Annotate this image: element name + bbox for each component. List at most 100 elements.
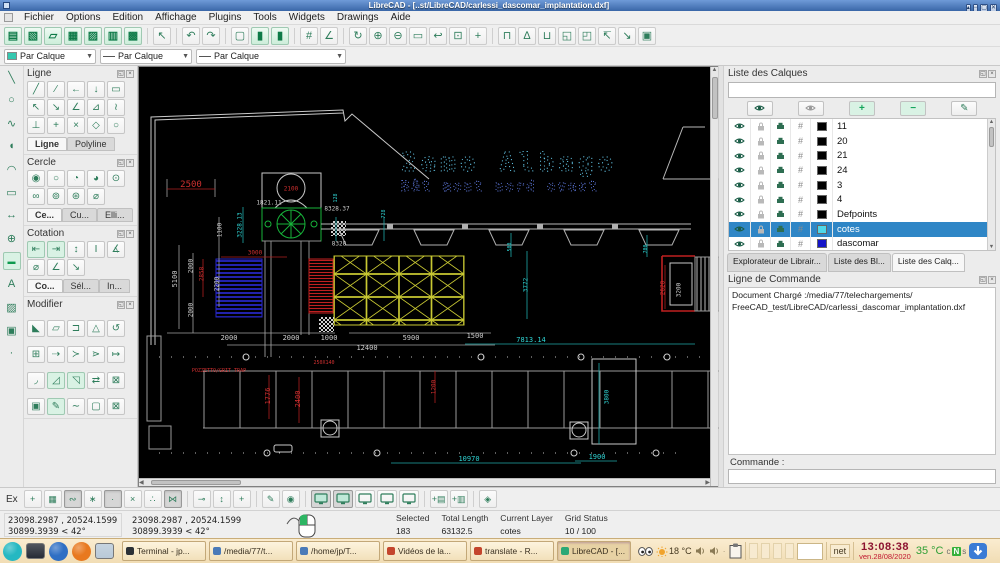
- layer-print-icon[interactable]: [771, 163, 791, 178]
- layer-construction-icon[interactable]: #: [791, 163, 811, 178]
- order-top-button[interactable]: ⊓: [498, 27, 516, 45]
- tool-circle-button[interactable]: ○: [3, 91, 21, 109]
- modifier-tool-1-4[interactable]: ↦: [107, 346, 125, 363]
- dock-tab-sl[interactable]: Sél...: [63, 279, 100, 293]
- menu-plugins[interactable]: Plugins: [203, 12, 248, 23]
- layer-row-20[interactable]: #20: [729, 134, 995, 149]
- zoom-window-button[interactable]: ▭: [409, 27, 427, 45]
- snap-endpoint-button[interactable]: ∾: [64, 490, 82, 508]
- dock-tab-in[interactable]: In...: [99, 279, 130, 293]
- tool-text-button[interactable]: A: [3, 275, 21, 293]
- monitor-view-2-button[interactable]: [333, 490, 353, 508]
- modifier-tool-0-2[interactable]: ⊐: [67, 320, 85, 337]
- list-add-2-button[interactable]: +▥: [450, 490, 468, 508]
- launcher-file-manager[interactable]: [94, 541, 115, 562]
- ligne-tool-2-1[interactable]: +: [47, 117, 65, 134]
- clipboard-icon[interactable]: [729, 543, 742, 559]
- layer-lock-icon[interactable]: [751, 192, 771, 207]
- line-width-combo[interactable]: Par Calque ▼: [196, 49, 346, 64]
- drawing-canvas[interactable]: 2emo Albago Bât mont nord ovest 25002100…: [138, 66, 718, 487]
- snap-corner-button[interactable]: ↸: [598, 27, 616, 45]
- menu-widgets[interactable]: Widgets: [283, 12, 331, 23]
- canvas-horizontal-scrollbar[interactable]: ◀▶: [139, 478, 710, 486]
- layer-print-icon[interactable]: [771, 134, 791, 149]
- layer-lock-icon[interactable]: [751, 237, 771, 252]
- menu-edition[interactable]: Edition: [106, 12, 149, 23]
- ligne-tool-1-2[interactable]: ∠: [67, 99, 85, 116]
- layer-lock-icon[interactable]: [751, 148, 771, 163]
- close-dock-icon[interactable]: ×: [988, 276, 996, 284]
- layer-color-swatch[interactable]: [811, 222, 833, 237]
- kill-all-actions-button[interactable]: ↖: [153, 27, 171, 45]
- deselect-all-button[interactable]: ▮: [251, 27, 269, 45]
- volume-icon[interactable]: [695, 546, 706, 556]
- layer-row-24[interactable]: #24: [729, 163, 995, 178]
- layer-construction-icon[interactable]: #: [791, 207, 811, 222]
- restrict-horizontal-button[interactable]: ⊸: [193, 490, 211, 508]
- taskbar-window-homejpt[interactable]: /home/jp/T...: [296, 541, 380, 561]
- new-from-template-button[interactable]: ▧: [24, 27, 42, 45]
- zoom-previous-button[interactable]: ↩: [429, 27, 447, 45]
- ligne-tool-1-3[interactable]: ⊿: [87, 99, 105, 116]
- order-bottom-button[interactable]: ⊔: [538, 27, 556, 45]
- layer-print-icon[interactable]: [771, 222, 791, 237]
- open-document-button[interactable]: ▱: [44, 27, 62, 45]
- tool-polyline-button[interactable]: ▭: [3, 183, 21, 201]
- dock-tab-ligne[interactable]: Ligne: [27, 137, 67, 151]
- zoom-auto-button[interactable]: ⊡: [449, 27, 467, 45]
- layer-filter-input[interactable]: [728, 82, 996, 98]
- close-dock-icon[interactable]: ×: [988, 70, 996, 78]
- ligne-tool-1-4[interactable]: ≀: [107, 99, 125, 116]
- download-manager-icon[interactable]: [969, 543, 987, 559]
- mdi-child-icon[interactable]: [4, 13, 13, 22]
- layer-print-icon[interactable]: [771, 237, 791, 252]
- modifier-tool-3-2[interactable]: ∼: [67, 398, 85, 415]
- ligne-tool-0-3[interactable]: ↓: [87, 81, 105, 98]
- cercle-tool-0-1[interactable]: ○: [47, 170, 65, 187]
- layer-row-11[interactable]: #11: [729, 119, 995, 134]
- monitor-view-5-button[interactable]: [399, 490, 419, 508]
- close-dock-icon[interactable]: ×: [126, 159, 134, 167]
- float-dock-icon[interactable]: ◱: [117, 230, 125, 238]
- network-indicator[interactable]: net: [830, 544, 851, 558]
- tool-hatch-button[interactable]: ▨: [3, 298, 21, 316]
- tool-image-button[interactable]: ▣: [3, 321, 21, 339]
- ligne-tool-0-0[interactable]: ╱: [27, 81, 45, 98]
- layer-visible-icon[interactable]: [729, 237, 751, 252]
- launcher-budgie[interactable]: [2, 541, 23, 562]
- taskbar-window-librecad[interactable]: LibreCAD - [...: [557, 541, 631, 561]
- tool-point-single-button[interactable]: ·: [3, 344, 21, 362]
- layer-visible-icon[interactable]: [729, 148, 751, 163]
- layer-visible-icon[interactable]: [729, 119, 751, 134]
- monitor-view-4-button[interactable]: [377, 490, 397, 508]
- order-raise-button[interactable]: ∆: [518, 27, 536, 45]
- ligne-tool-2-3[interactable]: ◇: [87, 117, 105, 134]
- modifier-tool-0-4[interactable]: ↺: [107, 320, 125, 337]
- command-input[interactable]: [728, 469, 996, 484]
- list-add-1-button[interactable]: +▤: [430, 490, 448, 508]
- ligne-tool-2-0[interactable]: ⊥: [27, 117, 45, 134]
- modifier-tool-1-1[interactable]: ⇢: [47, 346, 65, 363]
- auto-update-dimensions-button[interactable]: ◈: [479, 490, 497, 508]
- ligne-tool-1-0[interactable]: ↖: [27, 99, 45, 116]
- layer-color-swatch[interactable]: [811, 163, 833, 178]
- layer-construction-icon[interactable]: #: [791, 134, 811, 149]
- tool-dim-aligned-button[interactable]: ▬: [3, 252, 21, 270]
- layer-lock-icon[interactable]: [751, 119, 771, 134]
- cotation-tool-0-2[interactable]: ↕: [67, 241, 85, 258]
- snap-far-button[interactable]: ↘: [618, 27, 636, 45]
- layer-construction-icon[interactable]: #: [791, 148, 811, 163]
- modifier-tool-2-4[interactable]: ⊠: [107, 372, 125, 389]
- rotate-two-button[interactable]: ◰: [578, 27, 596, 45]
- close-dock-icon[interactable]: ×: [126, 70, 134, 78]
- ligne-tool-0-2[interactable]: ←: [67, 81, 85, 98]
- layer-construction-icon[interactable]: #: [791, 192, 811, 207]
- modifier-tool-0-1[interactable]: ▱: [47, 320, 65, 337]
- zoom-out-button[interactable]: ⊖: [389, 27, 407, 45]
- modifier-tool-3-3[interactable]: ▢: [87, 398, 105, 415]
- monitor-view-3-button[interactable]: [355, 490, 375, 508]
- new-document-button[interactable]: ▤: [4, 27, 22, 45]
- float-dock-icon[interactable]: ◱: [117, 70, 125, 78]
- menu-aide[interactable]: Aide: [385, 12, 417, 23]
- layer-color-swatch[interactable]: [811, 192, 833, 207]
